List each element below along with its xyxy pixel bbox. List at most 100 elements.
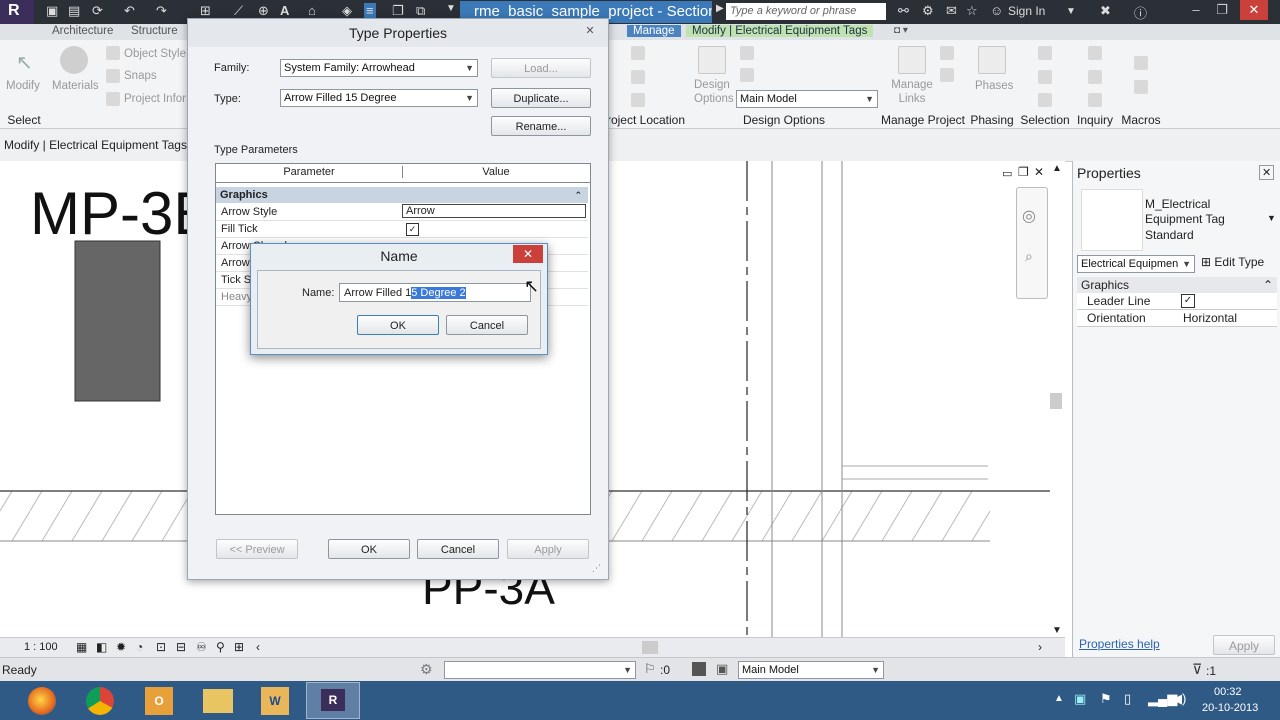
dropdown-icon[interactable]: ▼ — [446, 3, 456, 14]
view-scale[interactable]: 1 : 100 — [24, 641, 58, 653]
object-styles-icon[interactable] — [106, 46, 120, 60]
position-icon[interactable] — [631, 93, 645, 107]
sync-icon[interactable]: ⟳ — [92, 3, 103, 19]
name-ok-button[interactable]: OK — [357, 315, 439, 335]
firefox-icon[interactable] — [28, 687, 56, 715]
materials-button[interactable]: Materials — [52, 80, 99, 92]
equipment-tag-mp-3e[interactable]: MP-3E — [30, 179, 213, 248]
dimension-icon[interactable]: ⟋ — [234, 3, 243, 19]
app-menu-button[interactable]: R — [0, 0, 34, 24]
vertical-scrollbar-thumb[interactable] — [1050, 393, 1062, 409]
sun-path-icon[interactable]: ✹ — [116, 640, 126, 654]
workset-dropdown[interactable]: ▼ — [444, 661, 636, 679]
family-dropdown[interactable]: System Family: Arrowhead ▼ — [280, 59, 478, 77]
clock-time[interactable]: 00:32 — [1214, 686, 1242, 698]
properties-apply-button[interactable]: Apply — [1213, 635, 1275, 655]
tag-icon[interactable]: ⊕ — [258, 3, 269, 19]
action-center-icon[interactable]: ⚑ — [1100, 691, 1112, 707]
reveal-hidden-icon[interactable]: ⚲ — [216, 640, 225, 654]
3d-view-icon[interactable]: ⌂ — [308, 3, 316, 18]
maximize-icon[interactable]: ❐ — [1208, 0, 1236, 20]
detail-level-icon[interactable]: ▦ — [76, 640, 87, 654]
ribbon-minimize-icon[interactable]: ◘ ▾ — [894, 25, 908, 36]
user-icon[interactable]: ☺ — [990, 3, 1003, 18]
power-icon[interactable]: ▯ — [1124, 691, 1131, 707]
chrome-icon[interactable] — [86, 687, 114, 715]
tab-architecture[interactable]: Architecture — [52, 25, 113, 37]
fill-tick-checkbox[interactable]: ✓ — [406, 223, 419, 236]
materials-icon[interactable] — [60, 46, 88, 74]
dropdown-arrow-icon[interactable]: ▼ — [1066, 6, 1076, 17]
decal-types-icon[interactable] — [940, 68, 954, 82]
view-close-icon[interactable]: ✕ — [1034, 165, 1044, 179]
text-icon[interactable]: A — [280, 3, 289, 18]
modify-button[interactable]: Modify — [6, 80, 40, 92]
properties-group-graphics[interactable]: Graphics ⌃ — [1077, 277, 1277, 293]
column-header-parameter[interactable]: Parameter — [216, 166, 403, 178]
open-icon[interactable]: ▣ — [46, 3, 58, 19]
modify-cursor-icon[interactable]: ↖ — [16, 50, 33, 75]
minimize-icon[interactable]: – — [1182, 0, 1210, 20]
temp-hide-icon[interactable]: ♾ — [196, 640, 207, 654]
analytical-model-icon[interactable]: ⊞ — [234, 640, 244, 654]
save-selection-icon[interactable] — [1038, 46, 1052, 60]
worksets-icon[interactable]: ⚙ — [420, 661, 433, 678]
exchange-apps-icon[interactable]: ✖ — [1100, 3, 1111, 19]
panel-design-options[interactable]: Design Options — [690, 112, 878, 128]
tab-modify-electrical-equipment-tags[interactable]: Modify | Electrical Equipment Tags — [686, 25, 874, 37]
scroll-right-icon[interactable]: › — [1038, 640, 1042, 654]
close-icon[interactable]: ✕ — [1240, 0, 1268, 20]
panel-phasing[interactable]: Phasing — [968, 112, 1016, 128]
ok-button[interactable]: OK — [328, 539, 410, 559]
orientation-value[interactable]: Horizontal — [1183, 310, 1237, 326]
view-restore-icon[interactable]: ❐ — [1018, 165, 1029, 179]
volume-icon[interactable]: ◀) — [1172, 691, 1186, 707]
tab-manage[interactable]: Manage — [627, 25, 681, 37]
preview-button[interactable]: << Preview — [216, 539, 298, 559]
subscription-icon[interactable]: ⚙ — [922, 3, 934, 19]
panel-project-location[interactable]: roject Location — [604, 112, 688, 128]
apply-button[interactable]: Apply — [507, 539, 589, 559]
project-info-button[interactable]: Project Infor — [124, 93, 186, 105]
tab-structure[interactable]: Structure — [131, 25, 178, 37]
close-windows-icon[interactable]: ❐ — [392, 3, 404, 19]
word-icon[interactable]: W — [261, 687, 289, 715]
revit-taskbar-icon[interactable]: R — [306, 682, 360, 719]
design-option-add-icon[interactable] — [740, 46, 754, 60]
snaps-button[interactable]: Snaps — [124, 70, 157, 82]
horizontal-scrollbar-thumb[interactable] — [642, 641, 658, 654]
binoculars-icon[interactable]: ⚯ — [898, 3, 909, 19]
design-options-button[interactable]: Design Options — [694, 78, 734, 106]
panel-macros[interactable]: Macros — [1118, 112, 1164, 128]
zoom-icon[interactable]: ⌕ — [1025, 248, 1033, 265]
rename-button[interactable]: Rename... — [491, 116, 591, 136]
steering-wheel-icon[interactable]: ◎ — [1022, 206, 1036, 226]
scroll-down-icon[interactable]: ▼ — [1052, 625, 1062, 636]
visual-style-icon[interactable]: ◧ — [96, 640, 107, 654]
design-options-icon[interactable] — [698, 46, 726, 74]
file-explorer-icon[interactable] — [203, 689, 233, 713]
navigation-bar[interactable]: ◎ ⌕ — [1016, 187, 1048, 299]
crop-icon[interactable]: ⊡ — [156, 640, 166, 654]
manage-links-icon[interactable] — [898, 46, 926, 74]
editing-requests-icon[interactable]: ⚐ — [644, 661, 656, 677]
properties-close-icon[interactable]: ✕ — [1259, 165, 1275, 180]
column-header-value[interactable]: Value — [402, 166, 590, 178]
favorites-star-icon[interactable]: ☆ — [966, 3, 978, 19]
select-by-id-icon[interactable] — [1088, 70, 1102, 84]
name-cancel-button[interactable]: Cancel — [446, 315, 528, 335]
design-option-icon[interactable] — [692, 662, 706, 676]
edit-type-button[interactable]: ⊞ Edit Type — [1201, 255, 1264, 269]
tray-expand-icon[interactable]: ▲ — [1054, 693, 1064, 704]
macro-manager-icon[interactable] — [1134, 56, 1148, 70]
cancel-button[interactable]: Cancel — [417, 539, 499, 559]
sign-in-link[interactable]: Sign In — [1008, 4, 1045, 18]
phases-button[interactable]: Phases — [975, 80, 1013, 92]
location-icon[interactable] — [631, 46, 645, 60]
type-filter-dropdown[interactable]: Electrical Equipmen ▼ — [1077, 255, 1195, 273]
view-minimize-icon[interactable]: ▭ — [1002, 167, 1012, 180]
exclude-options-icon[interactable]: ▣ — [716, 661, 728, 677]
coordinates-icon[interactable] — [631, 70, 645, 84]
panel-manage-project[interactable]: Manage Project — [880, 112, 966, 128]
clock-date[interactable]: 20-10-2013 — [1202, 702, 1258, 714]
